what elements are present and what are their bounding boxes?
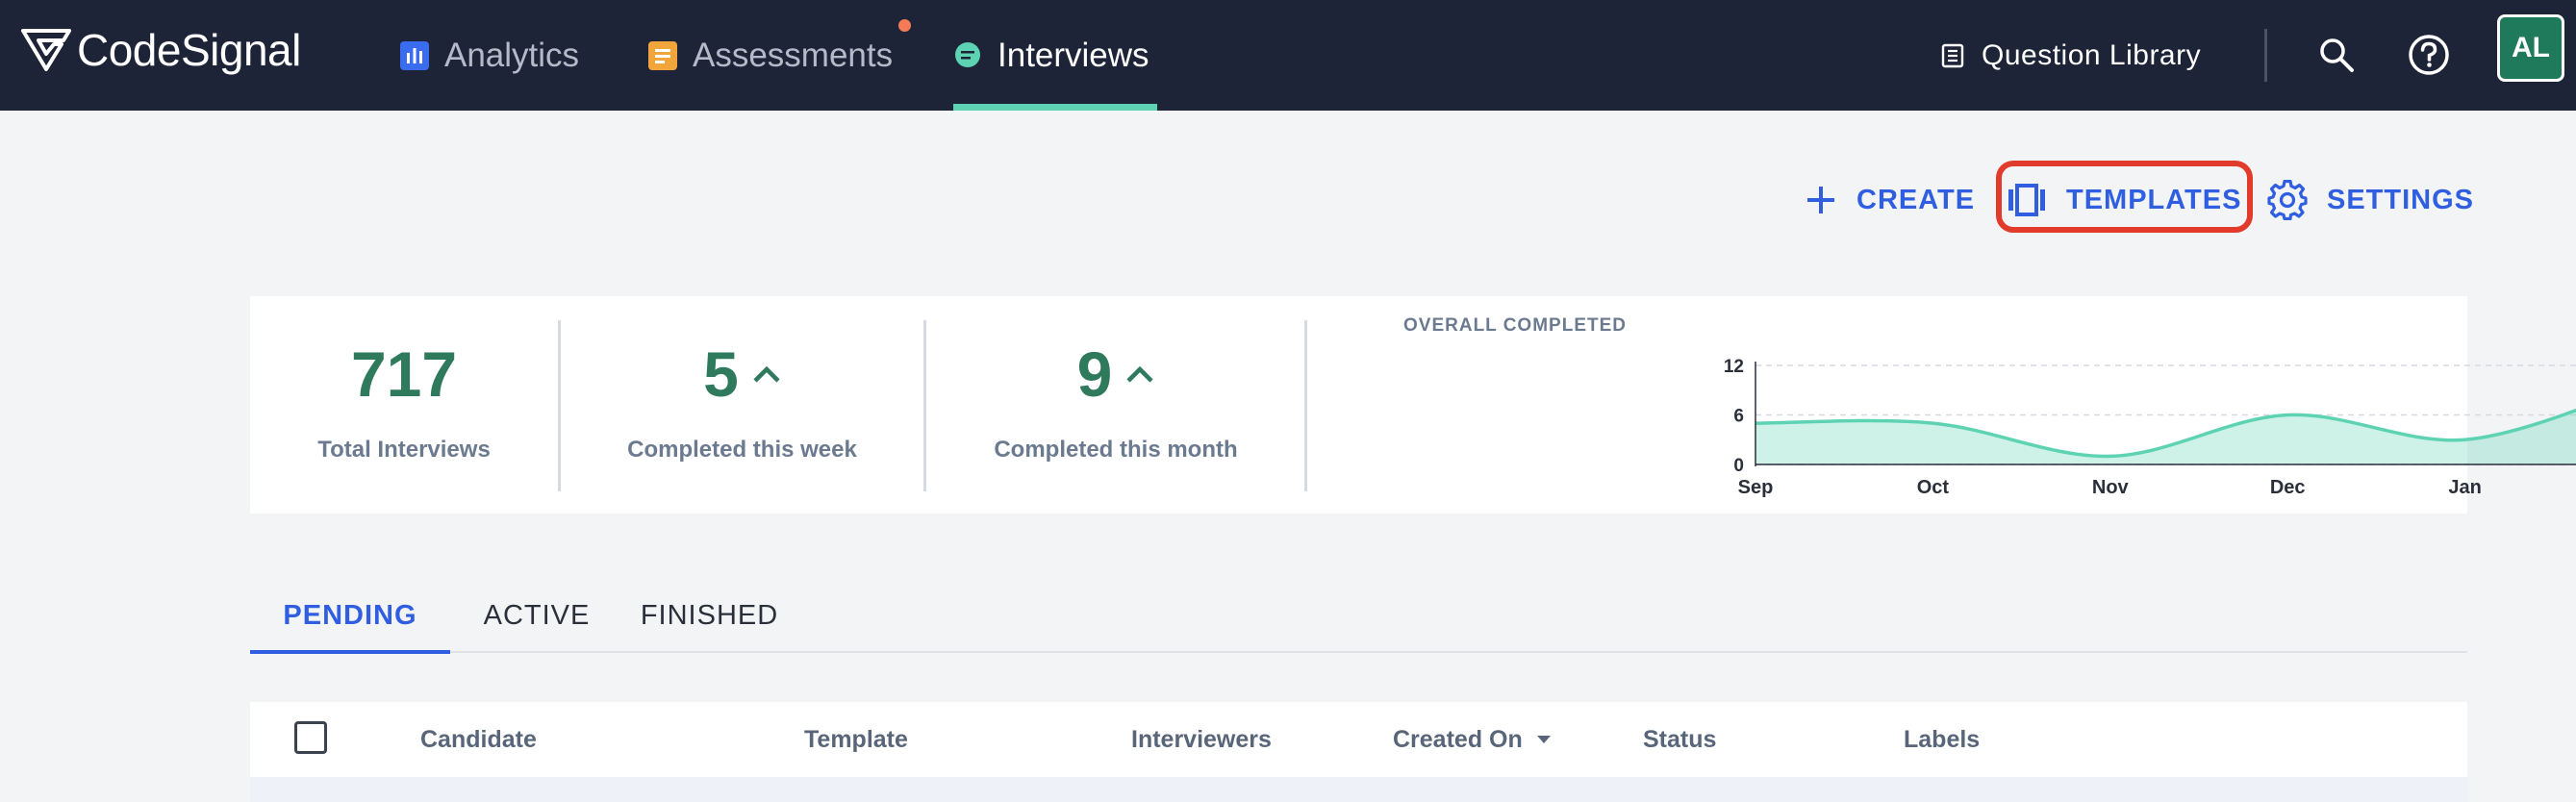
chart-y-tick-label: 6 (1733, 407, 1744, 427)
logo-text: CodeSignal (77, 25, 301, 75)
column-labels-label: Labels (1904, 725, 1981, 753)
column-created-on[interactable]: Created On (1393, 702, 1552, 777)
plus-icon (1807, 187, 1834, 213)
search-button[interactable] (2307, 25, 2366, 85)
book-icon (1941, 43, 1964, 67)
trend-up-icon (1126, 365, 1153, 383)
question-library-label: Question Library (1982, 38, 2202, 71)
analytics-icon (400, 40, 429, 70)
chart-x-tick-label: Dec (2270, 477, 2306, 498)
chart-title: OVERALL COMPLETED (1403, 315, 1627, 336)
interview-tabs: PENDING ACTIVE FINISHED (250, 577, 2467, 654)
nav-assessments[interactable]: Assessments (648, 0, 893, 111)
completed-week-value: 5 (703, 338, 739, 410)
nav-analytics[interactable]: Analytics (400, 0, 579, 111)
stat-total-interviews: 717 Total Interviews (250, 296, 558, 514)
templates-icon (2008, 184, 2045, 216)
stats-card: 717 Total Interviews 5 Completed this we… (250, 296, 2576, 514)
interviews-table: Candidate Template Interviewers Created … (250, 702, 2467, 802)
total-interviews-label: Total Interviews (317, 437, 491, 463)
nav-interviews-label: Interviews (998, 36, 1149, 74)
templates-button[interactable]: TEMPLATES (2007, 171, 2241, 229)
sort-down-icon (1536, 736, 1551, 743)
question-library-link[interactable]: Question Library (1941, 0, 2201, 111)
chart-x-tick-label: Sep (1738, 477, 1774, 498)
top-navbar: CodeSignal Analytics Assessments Intervi… (0, 0, 2576, 111)
chart-x-tick-label: Oct (1917, 477, 1950, 498)
search-icon (2320, 38, 2354, 72)
total-interviews-value: 717 (350, 338, 458, 410)
tab-pending-label: PENDING (283, 599, 417, 631)
chart-x-tick-label: Nov (2092, 477, 2130, 498)
column-status-label: Status (1643, 725, 1717, 753)
stat-divider (1304, 320, 1307, 491)
gear-icon (2267, 180, 2308, 220)
chart-x-tick-label: Jan (2448, 477, 2481, 498)
completed-month-value: 9 (1076, 338, 1113, 410)
assessments-icon (648, 40, 677, 70)
codesignal-logo-icon (21, 29, 71, 71)
column-interviewers-label: Interviewers (1131, 725, 1272, 753)
tab-active[interactable]: ACTIVE (469, 577, 604, 654)
help-icon (2409, 35, 2449, 75)
chart-y-tick-label: 0 (1733, 456, 1744, 476)
table-row[interactable] (250, 777, 2467, 802)
assessments-notification-dot (898, 19, 911, 32)
trend-up-icon (753, 365, 780, 383)
codesignal-logo[interactable]: CodeSignal (19, 21, 301, 79)
overall-completed-chart: 1260SepOctNovDecJanFeb (1724, 357, 2576, 498)
column-created-on-label: Created On (1393, 725, 1523, 753)
chart-y-tick-label: 12 (1724, 357, 1744, 377)
settings-label: SETTINGS (2327, 184, 2475, 215)
nav-divider (2264, 29, 2267, 82)
column-interviewers[interactable]: Interviewers (1131, 702, 1272, 777)
nav-interviews[interactable]: Interviews (953, 0, 1157, 111)
select-all-checkbox[interactable] (294, 721, 327, 754)
active-nav-underline (953, 104, 1157, 111)
stat-month-value: 9 (926, 338, 1305, 411)
user-avatar[interactable]: AL (2497, 14, 2564, 82)
chart-area-fill (1755, 410, 2576, 464)
column-candidate-label: Candidate (420, 725, 537, 753)
tab-finished-label: FINISHED (640, 599, 779, 631)
column-template-label: Template (804, 725, 908, 753)
tab-finished[interactable]: FINISHED (635, 577, 784, 654)
create-button[interactable]: CREATE (1805, 171, 1975, 229)
active-tab-underline (250, 650, 450, 654)
column-labels[interactable]: Labels (1904, 702, 1980, 777)
create-label: CREATE (1856, 184, 1976, 215)
stat-total-value: 717 (250, 338, 558, 411)
help-button[interactable] (2399, 25, 2459, 85)
column-status[interactable]: Status (1643, 702, 1716, 777)
stat-week-value: 5 (561, 338, 923, 411)
templates-label: TEMPLATES (2066, 184, 2242, 215)
completed-week-label: Completed this week (627, 437, 857, 463)
tab-active-label: ACTIVE (483, 599, 591, 631)
column-candidate[interactable]: Candidate (420, 702, 537, 777)
nav-assessments-label: Assessments (693, 36, 894, 74)
stat-completed-week: 5 Completed this week (561, 296, 923, 514)
settings-button[interactable]: SETTINGS (2267, 171, 2474, 229)
nav-analytics-label: Analytics (444, 36, 580, 74)
completed-month-label: Completed this month (994, 437, 1238, 463)
column-template[interactable]: Template (804, 702, 908, 777)
interviews-icon (955, 41, 980, 67)
tab-pending[interactable]: PENDING (250, 577, 450, 654)
